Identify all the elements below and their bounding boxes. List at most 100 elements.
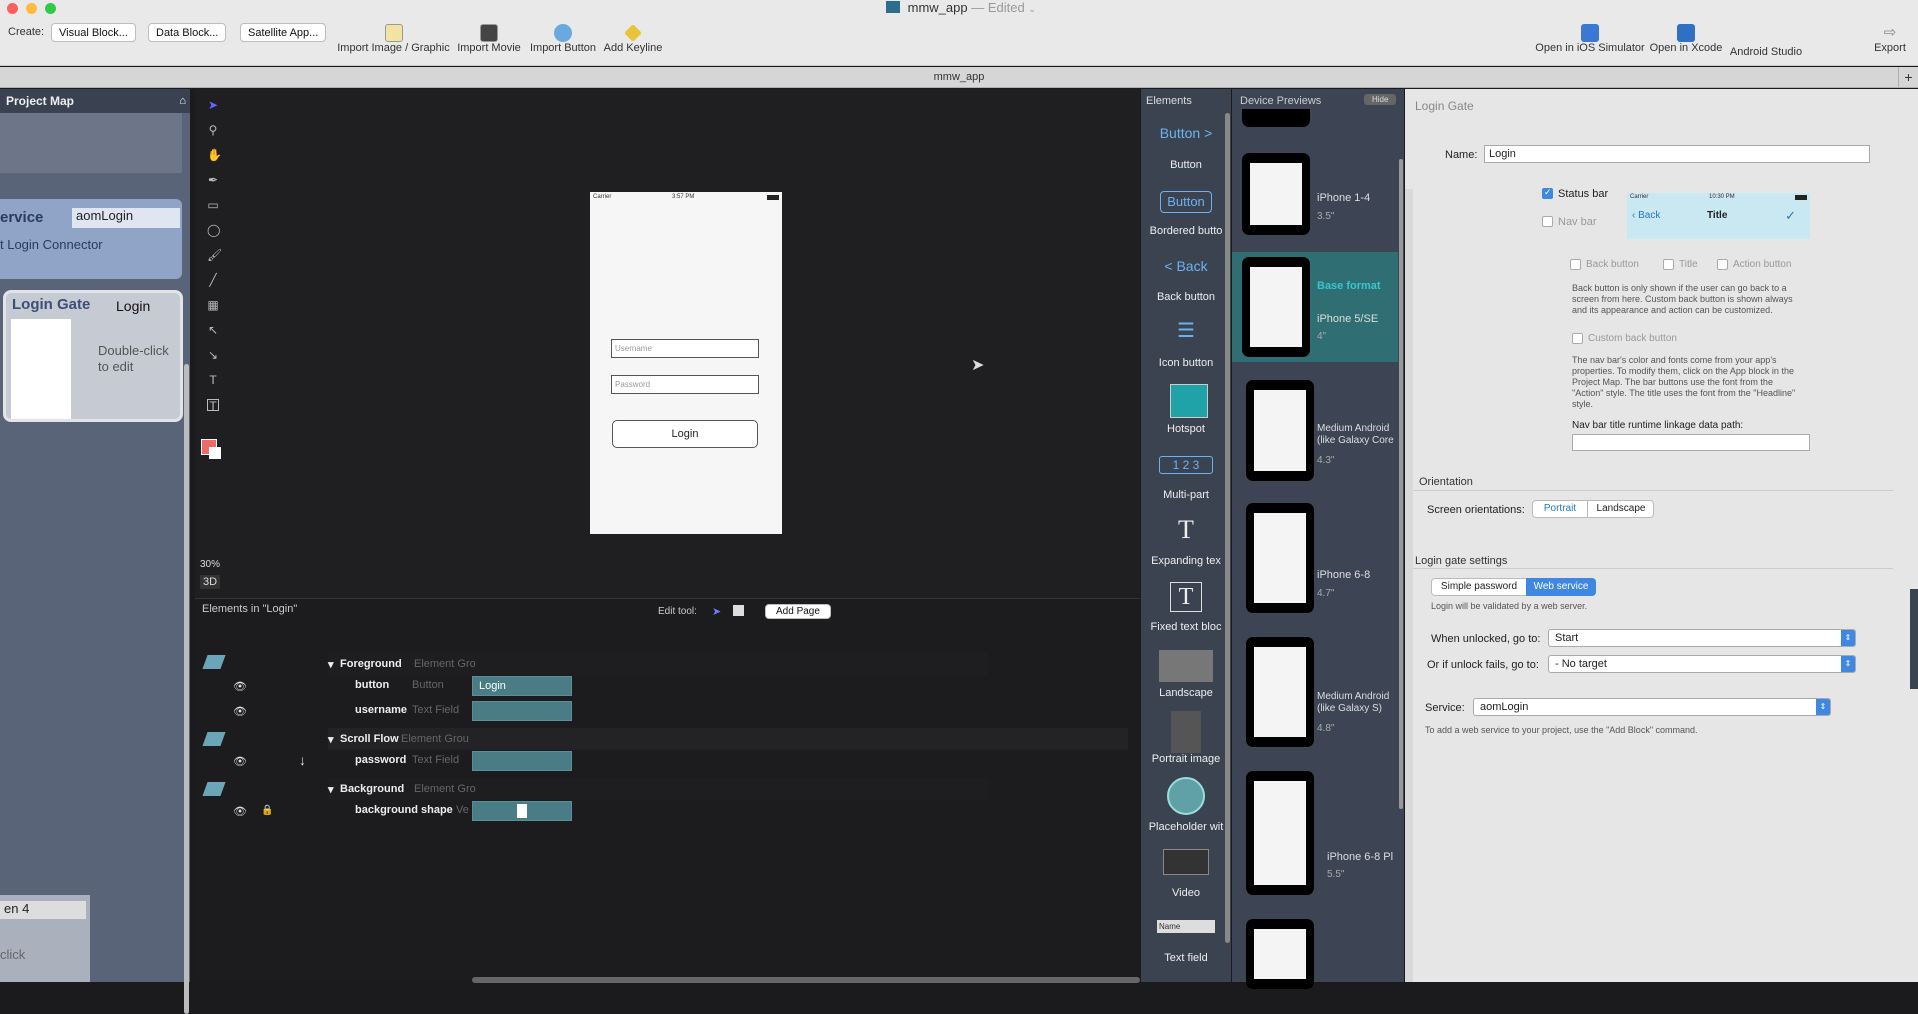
palette-back-button-sample[interactable]: < Back [1141,258,1231,274]
magnifier-icon[interactable]: ⚲ [207,124,219,136]
device-iphone-5-se[interactable] [1242,257,1310,357]
device-iphone-6-8-plus[interactable] [1246,771,1314,895]
nav-linkage-input[interactable] [1572,434,1810,451]
export-button[interactable]: ⇨ Export [1870,20,1910,54]
phone-password-field[interactable]: Password [611,375,759,394]
import-button-button[interactable]: Import Button [527,20,599,54]
portrait-image-icon[interactable] [1171,711,1201,753]
landscape-image-icon[interactable] [1159,650,1213,682]
open-ios-simulator-button[interactable]: Open in iOS Simulator [1535,20,1645,54]
service-block[interactable]: ervice aomLogin t Login Connector [0,199,182,279]
phone-login-button[interactable]: Login [612,420,758,448]
service-name-field[interactable]: aomLogin [72,208,180,228]
chevron-down-icon[interactable]: ⌄ [1028,4,1036,14]
lock-icon[interactable]: 🔒 [261,805,273,816]
add-tab-button[interactable]: + [1898,67,1918,88]
device-medium-android-s[interactable] [1246,637,1314,747]
visibility-eye-icon[interactable]: 👁 [233,805,247,818]
portrait-segment[interactable]: Portrait [1533,501,1588,517]
screen-4-block[interactable]: en 4 click [0,895,90,982]
brush-icon[interactable]: 🖌 [207,249,222,261]
row-button-name[interactable]: button [355,679,389,691]
hamburger-icon[interactable]: ☰ [1174,321,1198,341]
custom-back-checkbox[interactable] [1572,333,1583,344]
phone-screen-preview[interactable]: Carrier 3:57 PM Username Password Login [590,192,782,534]
video-icon[interactable] [1163,849,1209,875]
palette-expanding-text-sample[interactable]: T [1141,515,1231,545]
edit-image-icon[interactable] [733,605,744,616]
pen-icon[interactable]: ✒ [207,174,219,186]
visibility-eye-icon[interactable]: 👁 [233,755,247,768]
row-scroll-flow[interactable]: ▾ Scroll Flow Element Grou [328,728,1128,750]
title-checkbox[interactable] [1663,259,1674,270]
palette-multipart-sample[interactable]: 1 2 3 [1159,456,1213,474]
row-username-name[interactable]: username [355,704,407,716]
stroke-color-swatch[interactable] [209,447,221,459]
action-button-checkbox[interactable] [1717,259,1728,270]
palette-scrollbar[interactable] [1225,113,1230,943]
landscape-segment[interactable]: Landscape [1589,501,1653,517]
service-select[interactable]: aomLogin ⇕ [1473,698,1831,716]
screen-4-name: en 4 [0,901,86,919]
simple-password-segment[interactable]: Simple password [1432,579,1526,595]
select-arrow-icon[interactable]: ➤ [207,99,219,111]
add-page-button[interactable]: Add Page [765,604,831,619]
row-background-shape-name[interactable]: background shape [355,804,453,816]
back-button-checkbox[interactable] [1570,259,1581,270]
3d-toggle[interactable]: 3D [200,575,221,589]
home-icon[interactable]: ⌂ [179,89,186,113]
edit-arrow-icon[interactable]: ➤ [712,605,721,618]
when-unlocked-select[interactable]: Start ⇕ [1548,629,1856,647]
row-foreground[interactable]: ▾ Foreground Element Gro [328,653,988,675]
visual-block-button[interactable]: Visual Block... [51,23,136,42]
unlock-fails-select[interactable]: - No target ⇕ [1548,655,1856,673]
visibility-eye-icon[interactable]: 👁 [233,680,247,693]
palette-bordered-button-sample[interactable]: Button [1160,191,1212,213]
device-previews-scrollbar[interactable] [1399,159,1403,809]
palette-button-sample[interactable]: Button > [1141,125,1231,141]
add-keyline-button[interactable]: Add Keyline [602,20,664,54]
zoom-window-button[interactable] [45,3,56,14]
palette-hotspot-sample[interactable] [1170,384,1208,418]
gradient-icon[interactable]: ▦ [207,299,219,311]
path-select-icon[interactable]: ↘ [207,349,219,361]
palette-text-field-sample[interactable]: Name [1157,920,1215,933]
text-box-icon[interactable]: T [207,399,219,412]
text-tool-icon[interactable]: T [207,374,219,386]
project-map-scrollbar[interactable] [184,364,189,1014]
import-image-button[interactable]: Import Image / Graphic [336,20,451,54]
login-gate-block[interactable]: Login Gate Login Double-click to edit [3,290,183,422]
data-block-button[interactable]: Data Block... [148,23,227,42]
placeholder-icon[interactable] [1167,777,1205,815]
device-iphone-6-8[interactable] [1246,503,1314,613]
satellite-app-button[interactable]: Satellite App... [240,23,327,42]
nav-bar-checkbox[interactable] [1542,216,1553,227]
row-background[interactable]: ▾ Background Element Gro [328,778,988,800]
disclosure-triangle-icon[interactable]: ▾ [328,658,334,671]
hide-previews-button[interactable]: Hide [1364,94,1397,105]
ellipse-icon[interactable]: ◯ [207,224,220,236]
hand-icon[interactable]: ✋ [207,149,222,161]
line-icon[interactable]: ╱ [207,274,219,286]
elements-horizontal-scrollbar[interactable] [472,977,1140,983]
rectangle-icon[interactable]: ▭ [207,199,219,211]
name-input[interactable]: Login [1484,145,1870,163]
direct-select-icon[interactable]: ↖ [207,324,219,336]
palette-fixed-text-sample[interactable]: T [1170,582,1202,612]
disclosure-triangle-icon[interactable]: ▾ [328,733,334,746]
row-password-name[interactable]: password [355,754,406,766]
status-bar-checkbox[interactable]: ✓ [1542,187,1553,199]
android-studio-button[interactable]: Android Studio [1727,46,1805,58]
import-movie-button[interactable]: Import Movie [453,20,525,54]
document-tab[interactable]: mmw_app [934,71,985,83]
device-iphone-1-4[interactable] [1242,153,1310,235]
web-service-segment[interactable]: Web service [1526,578,1596,596]
disclosure-triangle-icon[interactable]: ▾ [328,783,334,796]
zoom-level[interactable]: 30% [200,559,220,570]
device-medium-android-core[interactable] [1246,380,1314,481]
visibility-eye-icon[interactable]: 👁 [233,705,247,718]
minimize-window-button[interactable] [26,3,37,14]
open-xcode-button[interactable]: Open in Xcode [1647,20,1725,54]
phone-username-field[interactable]: Username [611,339,759,358]
close-window-button[interactable] [7,3,18,14]
